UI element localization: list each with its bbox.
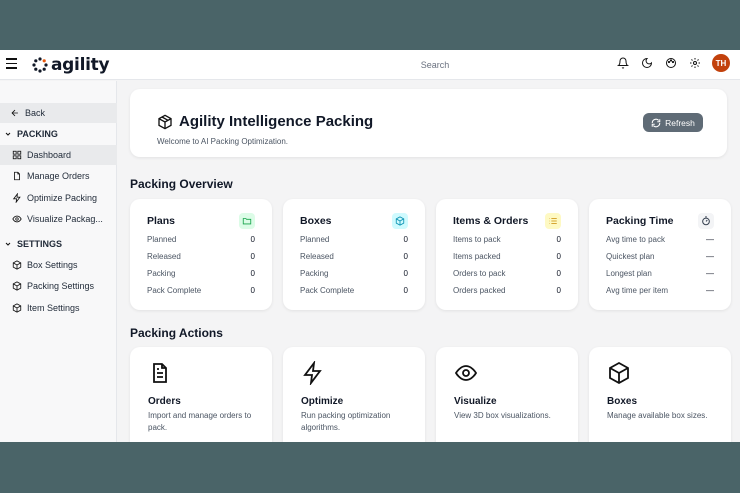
stat-row: Released 0 bbox=[300, 252, 408, 261]
sidebar-item-box-settings[interactable]: Box Settings bbox=[0, 255, 117, 275]
visualize-action-card[interactable]: Visualize View 3D box visualizations. bbox=[436, 347, 578, 442]
lightning-icon bbox=[12, 193, 21, 203]
sidebar-item-label: Manage Orders bbox=[27, 171, 90, 181]
packing-time-card: Packing Time Avg time to pack — Quickest … bbox=[589, 199, 731, 310]
palette-icon[interactable] bbox=[664, 56, 678, 70]
sidebar-item-manage-orders[interactable]: Manage Orders bbox=[0, 166, 117, 186]
overview-title: Packing Overview bbox=[130, 177, 233, 191]
items-orders-card: Items & Orders Items to pack 0 Items pack… bbox=[436, 199, 578, 310]
section-title: PACKING bbox=[17, 129, 58, 139]
moon-icon[interactable] bbox=[640, 56, 654, 70]
action-desc: Run packing optimization algorithms. bbox=[301, 411, 391, 432]
back-label: Back bbox=[25, 108, 46, 118]
stat-row: Items packed 0 bbox=[453, 252, 561, 261]
page-title: Agility Intelligence Packing bbox=[157, 113, 373, 130]
cube-icon bbox=[12, 281, 22, 291]
sidebar-item-packing-settings[interactable]: Packing Settings bbox=[0, 276, 117, 296]
sidebar: Back PACKING Dashboard Manage Orders Opt… bbox=[0, 81, 117, 442]
stat-row: Orders to pack 0 bbox=[453, 269, 561, 278]
action-title: Visualize bbox=[454, 396, 497, 407]
sidebar-item-item-settings[interactable]: Item Settings bbox=[0, 298, 117, 318]
refresh-icon bbox=[651, 118, 661, 127]
stat-row: Items to pack 0 bbox=[453, 235, 561, 244]
refresh-button[interactable]: Refresh bbox=[643, 113, 703, 132]
section-packing[interactable]: PACKING bbox=[0, 124, 117, 144]
cube-icon bbox=[392, 213, 408, 229]
document-icon bbox=[148, 361, 172, 390]
eye-icon bbox=[454, 361, 478, 390]
stat-row: Pack Complete 0 bbox=[147, 286, 255, 295]
boxes-card: Boxes Planned 0 Released 0 Packing 0 Pack C… bbox=[283, 199, 425, 310]
file-icon bbox=[14, 171, 20, 181]
top-bar: agility Search TH bbox=[0, 50, 740, 80]
stat-row: Quickest plan — bbox=[606, 252, 714, 261]
cube-icon bbox=[12, 303, 22, 313]
sidebar-item-label: Visualize Packag... bbox=[27, 214, 103, 224]
timer-icon bbox=[698, 213, 714, 229]
menu-icon[interactable] bbox=[6, 58, 17, 70]
app-window: agility Search TH Back PACKING Dashboard… bbox=[0, 50, 740, 442]
page-title-text: Agility Intelligence Packing bbox=[179, 113, 374, 130]
chevron-down-icon bbox=[5, 242, 11, 246]
action-desc: View 3D box visualizations. bbox=[454, 411, 551, 420]
action-title: Orders bbox=[148, 396, 181, 407]
plans-card: Plans Planned 0 Released 0 Packing 0 Pack C… bbox=[130, 199, 272, 310]
search-input[interactable]: Search bbox=[270, 56, 600, 74]
back-button[interactable]: Back bbox=[0, 103, 117, 123]
section-settings[interactable]: SETTINGS bbox=[0, 234, 117, 254]
folder-icon bbox=[239, 213, 255, 229]
sidebar-item-visualize-packages[interactable]: Visualize Packag... bbox=[0, 209, 117, 229]
sidebar-item-label: Item Settings bbox=[27, 303, 80, 313]
action-title: Boxes bbox=[607, 396, 638, 407]
cube-icon bbox=[12, 260, 22, 270]
stat-row: Released 0 bbox=[147, 252, 255, 261]
sidebar-item-label: Optimize Packing bbox=[27, 193, 98, 203]
main-content: Agility Intelligence Packing Welcome to … bbox=[118, 81, 740, 442]
card-title: Items & Orders bbox=[453, 215, 529, 227]
top-icons: TH bbox=[616, 54, 730, 72]
orders-action-card[interactable]: Orders Import and manage orders to pack. bbox=[130, 347, 272, 442]
card-title: Boxes bbox=[300, 215, 332, 227]
package-icon bbox=[158, 114, 172, 129]
eye-icon bbox=[12, 215, 22, 223]
action-title: Optimize bbox=[301, 396, 344, 407]
card-title: Packing Time bbox=[606, 215, 674, 227]
stat-row: Avg time per item — bbox=[606, 286, 714, 295]
logo-mark-icon bbox=[32, 57, 48, 73]
sidebar-item-optimize-packing[interactable]: Optimize Packing bbox=[0, 188, 117, 208]
stat-row: Packing 0 bbox=[147, 269, 255, 278]
avatar[interactable]: TH bbox=[712, 54, 730, 72]
action-desc: Manage available box sizes. bbox=[607, 411, 708, 420]
optimize-action-card[interactable]: Optimize Run packing optimization algori… bbox=[283, 347, 425, 442]
stat-row: Pack Complete 0 bbox=[300, 286, 408, 295]
boxes-action-card[interactable]: Boxes Manage available box sizes. bbox=[589, 347, 731, 442]
header-card: Agility Intelligence Packing Welcome to … bbox=[130, 89, 727, 157]
lightning-icon bbox=[301, 359, 325, 390]
brand-logo[interactable]: agility bbox=[32, 55, 110, 75]
stat-row: Planned 0 bbox=[147, 235, 255, 244]
grid-icon bbox=[12, 150, 22, 160]
sidebar-item-label: Dashboard bbox=[27, 150, 72, 160]
gear-icon[interactable] bbox=[688, 56, 702, 70]
refresh-label: Refresh bbox=[665, 117, 695, 128]
bell-icon[interactable] bbox=[616, 56, 630, 70]
sidebar-item-label: Box Settings bbox=[27, 260, 78, 270]
actions-title: Packing Actions bbox=[130, 326, 223, 340]
sidebar-item-label: Packing Settings bbox=[27, 281, 95, 291]
page-subtitle: Welcome to AI Packing Optimization. bbox=[157, 137, 289, 146]
brand-name: agility bbox=[51, 55, 110, 75]
sidebar-item-dashboard[interactable]: Dashboard bbox=[0, 145, 117, 165]
action-desc: Import and manage orders to pack. bbox=[148, 411, 252, 432]
stat-row: Longest plan — bbox=[606, 269, 714, 278]
stat-row: Orders packed 0 bbox=[453, 286, 561, 295]
stat-row: Avg time to pack — bbox=[606, 235, 714, 244]
arrow-left-icon bbox=[11, 109, 18, 117]
stat-row: Packing 0 bbox=[300, 269, 408, 278]
stat-row: Planned 0 bbox=[300, 235, 408, 244]
chevron-down-icon bbox=[5, 132, 11, 136]
section-title: SETTINGS bbox=[17, 239, 63, 249]
box-icon bbox=[607, 361, 631, 390]
card-title: Plans bbox=[147, 215, 176, 227]
list-icon bbox=[545, 213, 561, 229]
